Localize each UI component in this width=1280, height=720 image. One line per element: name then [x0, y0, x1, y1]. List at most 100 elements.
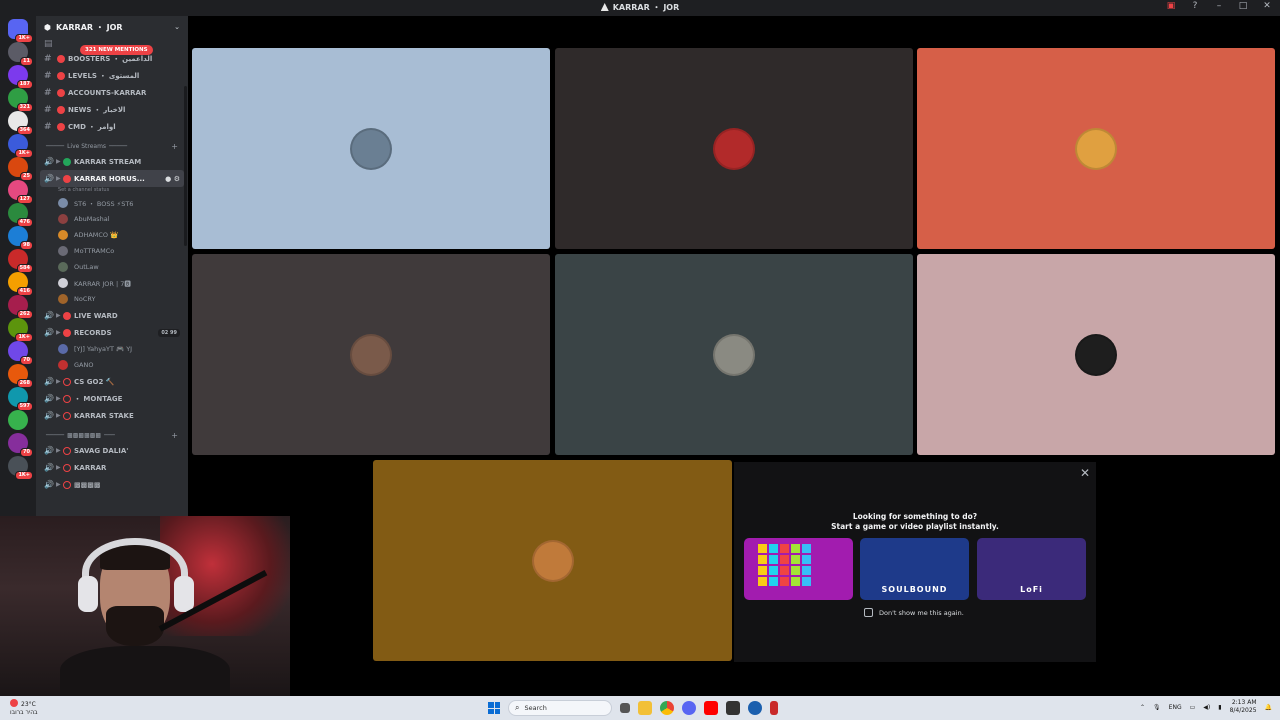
activity-card-soulbound[interactable]: SOULBOUND	[860, 538, 969, 600]
dont-show-checkbox[interactable]: Don't show me this again.	[864, 608, 964, 617]
voice-channel-row[interactable]: 🔊 ▶ KARRAR HORUS... ● ⚙	[40, 170, 184, 187]
category-two[interactable]: ───── ▩▩▩▩▩▩ ─── +	[36, 428, 188, 442]
server-icon[interactable]: 262	[8, 295, 33, 319]
voice-member[interactable]: GANO	[36, 357, 188, 373]
maximize-button[interactable]: □	[1236, 1, 1250, 11]
voice-channel-row[interactable]: 🔊 ▶ KARRAR	[36, 459, 188, 476]
text-channel-row[interactable]: # NEWS ・ الاخبار	[36, 101, 188, 118]
voice-channel-row[interactable]: 🔊 ▶ RECORDS 02 99	[36, 324, 188, 341]
file-explorer-icon[interactable]	[638, 701, 652, 715]
expand-arrow-icon[interactable]: ▶	[56, 329, 63, 336]
voice-member[interactable]: MoTTRAMCo	[36, 243, 188, 259]
voice-channel-row[interactable]: 🔊 ▶ CS GO2 🔨	[36, 373, 188, 390]
expand-arrow-icon[interactable]: ▶	[56, 175, 63, 182]
network-icon[interactable]: ▭	[1190, 704, 1196, 711]
tray-overflow-icon[interactable]: ⌃	[1140, 704, 1145, 711]
expand-arrow-icon[interactable]: ▶	[56, 464, 63, 471]
server-icon[interactable]: 584	[8, 249, 33, 273]
participant-tile[interactable]	[555, 48, 913, 249]
voice-channel-row[interactable]: 🔊 ▶ ▩▩▩▩	[36, 476, 188, 493]
activity-card-blocks[interactable]	[744, 538, 853, 600]
participant-tile[interactable]	[917, 254, 1275, 455]
voice-member[interactable]: [YJ] YahyaYT 🎮 YJ	[36, 341, 188, 357]
inbox-icon[interactable]: ▣	[1164, 1, 1178, 11]
weather-widget[interactable]: 23°C בהיר ברובו	[10, 699, 38, 717]
server-icon[interactable]: 416	[8, 272, 33, 296]
windows-start-icon[interactable]	[488, 702, 500, 714]
server-icon[interactable]: 98	[8, 226, 33, 250]
battery-icon[interactable]: ▮	[1218, 704, 1221, 711]
participant-tile[interactable]	[373, 460, 732, 661]
steam-icon[interactable]	[748, 701, 762, 715]
server-icon[interactable]: 1K+	[8, 456, 33, 480]
close-icon[interactable]: ✕	[1080, 466, 1090, 480]
home-button[interactable]: 1K+	[8, 19, 33, 43]
expand-arrow-icon[interactable]: ▶	[56, 378, 63, 385]
participant-tile[interactable]	[192, 48, 550, 249]
taskbar-search[interactable]: ⌕ Search	[508, 700, 612, 716]
channel-status-hint[interactable]: Set a channel status	[36, 187, 188, 195]
server-icon[interactable]: 597	[8, 387, 33, 411]
participant-tile[interactable]	[555, 254, 913, 455]
youtube-icon[interactable]	[704, 701, 718, 715]
chevron-down-icon[interactable]: ⌄	[174, 23, 180, 31]
close-button[interactable]: ✕	[1260, 1, 1274, 11]
voice-member[interactable]: KARRAR JOR | 7🅱	[36, 275, 188, 291]
voice-member[interactable]: NoCRY	[36, 291, 188, 307]
text-channel-row[interactable]: # ACCOUNTS-KARRAR	[36, 84, 188, 101]
sidebar-scrollbar[interactable]	[184, 86, 187, 246]
server-icon[interactable]: 1K+	[8, 134, 33, 158]
participant-tile[interactable]	[192, 254, 550, 455]
server-icon[interactable]: 321	[8, 88, 33, 112]
add-channel-icon[interactable]: +	[171, 431, 178, 440]
voice-member[interactable]: ADHAMCO 👑	[36, 227, 188, 243]
mail-icon[interactable]	[726, 701, 740, 715]
server-icon[interactable]: 70	[8, 341, 33, 365]
add-channel-icon[interactable]: +	[171, 142, 178, 151]
notification-icon[interactable]: 🔔	[1265, 704, 1272, 711]
server-icon[interactable]: 476	[8, 203, 33, 227]
voice-channel-row[interactable]: 🔊 ▶ ・ MONTAGE	[36, 390, 188, 407]
server-icon[interactable]: 1K+	[8, 318, 33, 342]
voice-channel-row[interactable]: 🔊 ▶ SAVAG DALIA'	[36, 442, 188, 459]
discord-icon[interactable]	[682, 701, 696, 715]
minimize-button[interactable]: –	[1212, 1, 1226, 11]
server-icon[interactable]	[8, 410, 28, 430]
help-icon[interactable]: ?	[1188, 1, 1202, 11]
chrome-icon[interactable]	[660, 701, 674, 715]
expand-arrow-icon[interactable]: ▶	[56, 395, 63, 402]
voice-channel-row[interactable]: 🔊 ▶ KARRAR STAKE	[36, 407, 188, 424]
expand-arrow-icon[interactable]: ▶	[56, 312, 63, 319]
voice-member[interactable]: ST6 ・ BOSS ⚡ST6	[36, 195, 188, 211]
microphone-icon[interactable]: 🎙	[1153, 704, 1161, 711]
voice-member[interactable]: AbuMashal	[36, 211, 188, 227]
clock[interactable]: 2:13 AM 8/4/2025	[1230, 699, 1257, 715]
server-icon[interactable]: 364	[8, 111, 33, 135]
participant-tile[interactable]	[917, 48, 1275, 249]
channel-actions-icon[interactable]: ● ⚙	[165, 175, 180, 183]
volume-icon[interactable]: ◀)	[1203, 704, 1210, 711]
voice-channel-row[interactable]: 🔊 ▶ KARRAR STREAM	[36, 153, 188, 170]
activity-card-lofi[interactable]: LoFi	[977, 538, 1086, 600]
channel-row-top[interactable]: ▤	[36, 38, 188, 50]
expand-arrow-icon[interactable]: ▶	[56, 412, 63, 419]
app-red-icon[interactable]	[770, 701, 778, 715]
server-icon[interactable]: 70	[8, 433, 33, 457]
category-live-streams[interactable]: ───── Live Streams ───── +	[36, 139, 188, 153]
server-icon[interactable]: 11	[8, 42, 33, 66]
expand-arrow-icon[interactable]: ▶	[56, 447, 63, 454]
task-view-icon[interactable]	[620, 703, 630, 713]
text-channel-row[interactable]: # LEVELS ・ المستوى	[36, 67, 188, 84]
server-icon[interactable]: 268	[8, 364, 33, 388]
text-channel-row[interactable]: # CMD ・ اوامر	[36, 118, 188, 135]
language-indicator[interactable]: ENG	[1169, 704, 1182, 711]
expand-arrow-icon[interactable]: ▶	[56, 481, 63, 488]
checkbox-icon[interactable]	[864, 608, 873, 617]
server-icon[interactable]: 127	[8, 180, 33, 204]
server-header[interactable]: ⬢ KARRAR ・ JOR ⌄	[36, 16, 188, 38]
voice-member[interactable]: OutLaw	[36, 259, 188, 275]
expand-arrow-icon[interactable]: ▶	[56, 158, 63, 165]
text-channel-row[interactable]: # BOOSTERS ・ الداعمين	[36, 50, 188, 67]
server-icon[interactable]: 25	[8, 157, 33, 181]
server-icon[interactable]: 187	[8, 65, 33, 89]
